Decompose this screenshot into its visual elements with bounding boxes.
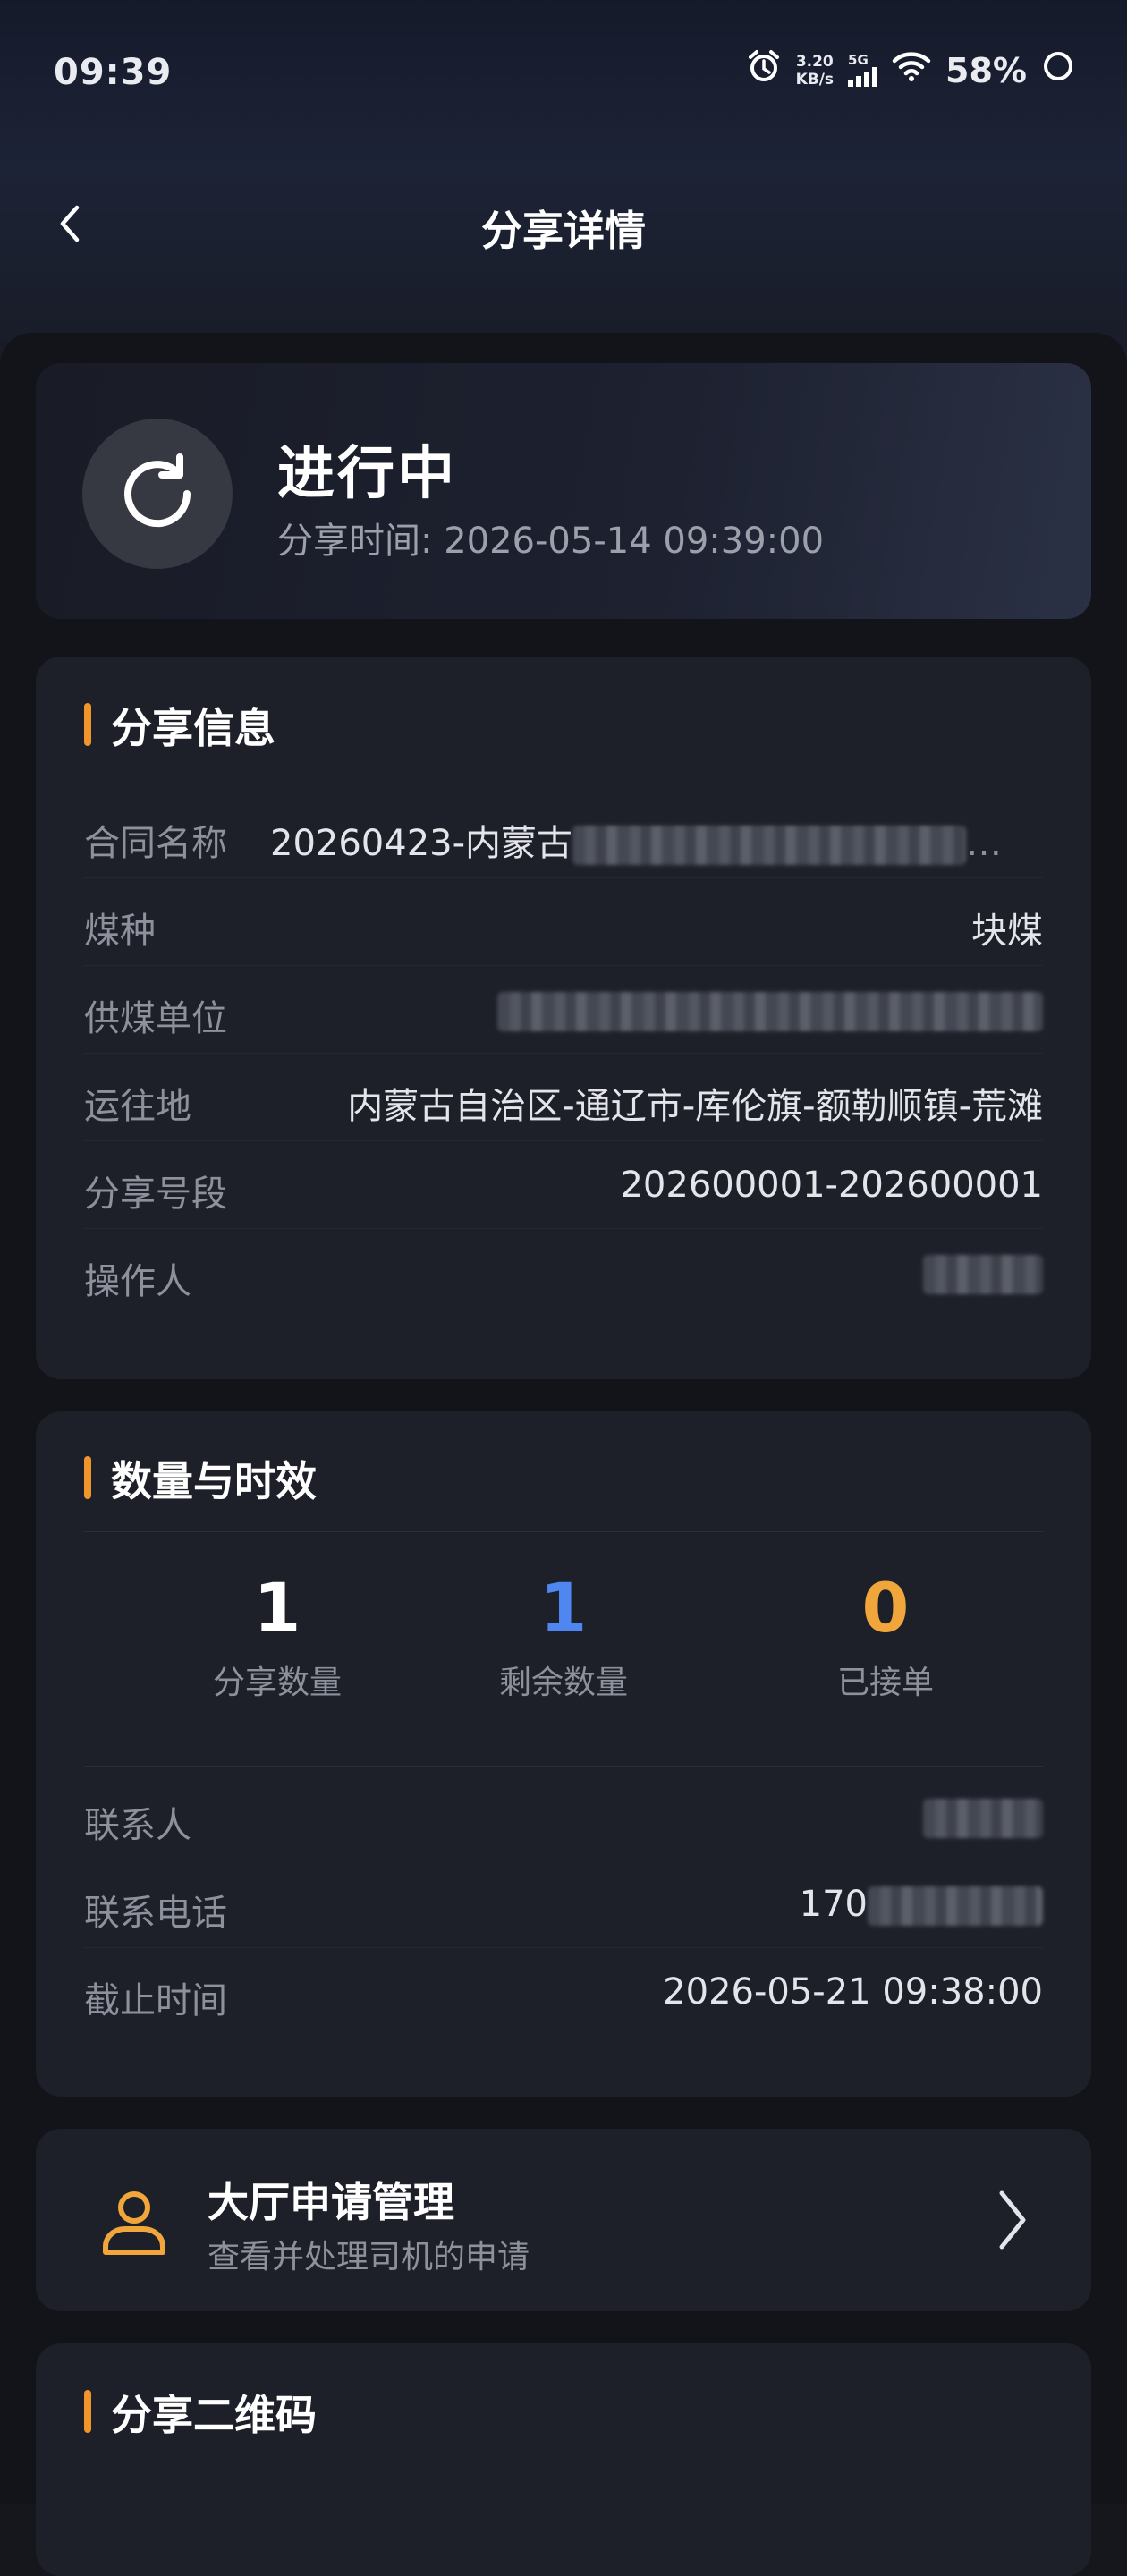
info-row-operator: 操作人: [84, 1229, 1043, 1317]
share-status-card: 进行中 分享时间: 2026-05-14 09:39:00: [36, 363, 1091, 619]
battery-ring-icon: [1041, 49, 1075, 91]
navigation-bar: 分享详情: [0, 179, 1127, 268]
row-value: [497, 989, 1043, 1031]
row-label: 运往地: [84, 1086, 191, 1127]
stat-label: 剩余数量: [498, 1665, 628, 1701]
status-bar: 09:39 3.20 KB/s 5G 58%: [0, 0, 1127, 152]
row-label: 分享号段: [84, 1174, 227, 1215]
row-label: 截止时间: [84, 1980, 227, 2021]
row-label: 合同名称: [84, 823, 227, 864]
redacted-text: [923, 1799, 1043, 1838]
row-value: 202600001-202600001: [620, 1165, 1043, 1206]
row-value: 2026-05-21 09:38:00: [663, 1971, 1043, 2012]
row-value: 170: [800, 1884, 1043, 1926]
stat-label: 分享数量: [212, 1665, 342, 1701]
speed-unit: KB/s: [795, 70, 835, 89]
stat-value: 1: [539, 1568, 588, 1648]
hall-title: 大厅申请管理: [208, 2178, 454, 2226]
network-speed: 3.20 KB/s: [796, 53, 834, 89]
clock: 09:39: [54, 52, 173, 93]
section-title: 数量与时效: [84, 1449, 317, 1508]
info-row-supplier: 供煤单位: [84, 966, 1043, 1054]
alarm-icon: [746, 48, 782, 92]
row-label: 操作人: [84, 1261, 191, 1302]
redacted-text: [572, 826, 967, 865]
battery-level: 58%: [945, 50, 1027, 90]
row-value: 20260423-内蒙古 …: [270, 814, 1002, 866]
wifi-icon: [892, 50, 931, 90]
stat-label: 已接单: [836, 1665, 934, 1701]
share-qr-card: 分享二维码: [36, 2343, 1091, 2576]
row-value: 块煤: [971, 911, 1043, 952]
stat-value: 0: [861, 1568, 910, 1648]
redacted-text: [868, 1886, 1043, 1926]
network-type: 5G: [848, 52, 869, 68]
row-value: [923, 1252, 1043, 1294]
phone-prefix: 170: [799, 1884, 868, 1925]
page-title: 分享详情: [481, 207, 646, 255]
share-time: 分享时间: 2026-05-14 09:39:00: [277, 521, 825, 562]
section-title: 分享信息: [84, 696, 275, 755]
info-row-deadline: 截止时间 2026-05-21 09:38:00: [84, 1948, 1043, 2036]
row-value: 内蒙古自治区-通辽市-库伦旗-额勒顺镇-荒滩: [347, 1086, 1043, 1127]
chevron-right-icon: [999, 2190, 1026, 2250]
row-label: 供煤单位: [84, 998, 227, 1039]
ellipsis: …: [966, 823, 1003, 864]
info-row-contact: 联系人: [84, 1773, 1043, 1860]
stat-value: 1: [253, 1568, 301, 1648]
stat-remaining-count: 1 剩余数量: [402, 1563, 724, 1703]
info-row-number-range: 分享号段 202600001-202600001: [84, 1141, 1043, 1229]
quantity-card: 数量与时效 1 分享数量 1 剩余数量 0 已接单 联系人 联系电话 170 截…: [36, 1411, 1091, 2097]
hall-subtitle: 查看并处理司机的申请: [208, 2239, 530, 2275]
info-row-destination: 运往地 内蒙古自治区-通辽市-库伦旗-额勒顺镇-荒滩: [84, 1054, 1043, 1141]
row-value: [923, 1796, 1043, 1838]
redacted-text: [923, 1255, 1043, 1294]
user-icon: [103, 2191, 165, 2255]
refresh-icon: [82, 419, 233, 569]
share-info-card: 分享信息 合同名称 20260423-内蒙古 … 煤种 块煤 供煤单位 运往地 内…: [36, 657, 1091, 1379]
share-state: 进行中: [277, 441, 457, 507]
info-row-coal-type: 煤种 块煤: [84, 878, 1043, 966]
status-icons: 3.20 KB/s 5G 58%: [746, 48, 1075, 92]
info-row-contract: 合同名称 20260423-内蒙古 …: [84, 791, 1043, 878]
stat-accepted-count: 0 已接单: [724, 1563, 1046, 1703]
stat-share-count: 1 分享数量: [116, 1563, 438, 1703]
row-label: 联系人: [84, 1805, 191, 1846]
quantity-stats: 1 分享数量 1 剩余数量 0 已接单: [36, 1563, 1091, 1742]
cell-signal-icon: 5G: [848, 52, 878, 87]
speed-value: 3.20: [795, 52, 834, 71]
info-row-phone: 联系电话 170: [84, 1860, 1043, 1948]
redacted-text: [497, 992, 1043, 1031]
contract-name: 20260423-内蒙古: [270, 823, 573, 864]
row-label: 联系电话: [84, 1893, 227, 1934]
hall-application-button[interactable]: 大厅申请管理 查看并处理司机的申请: [36, 2129, 1091, 2311]
section-title: 分享二维码: [84, 2383, 317, 2442]
row-label: 煤种: [84, 911, 156, 952]
